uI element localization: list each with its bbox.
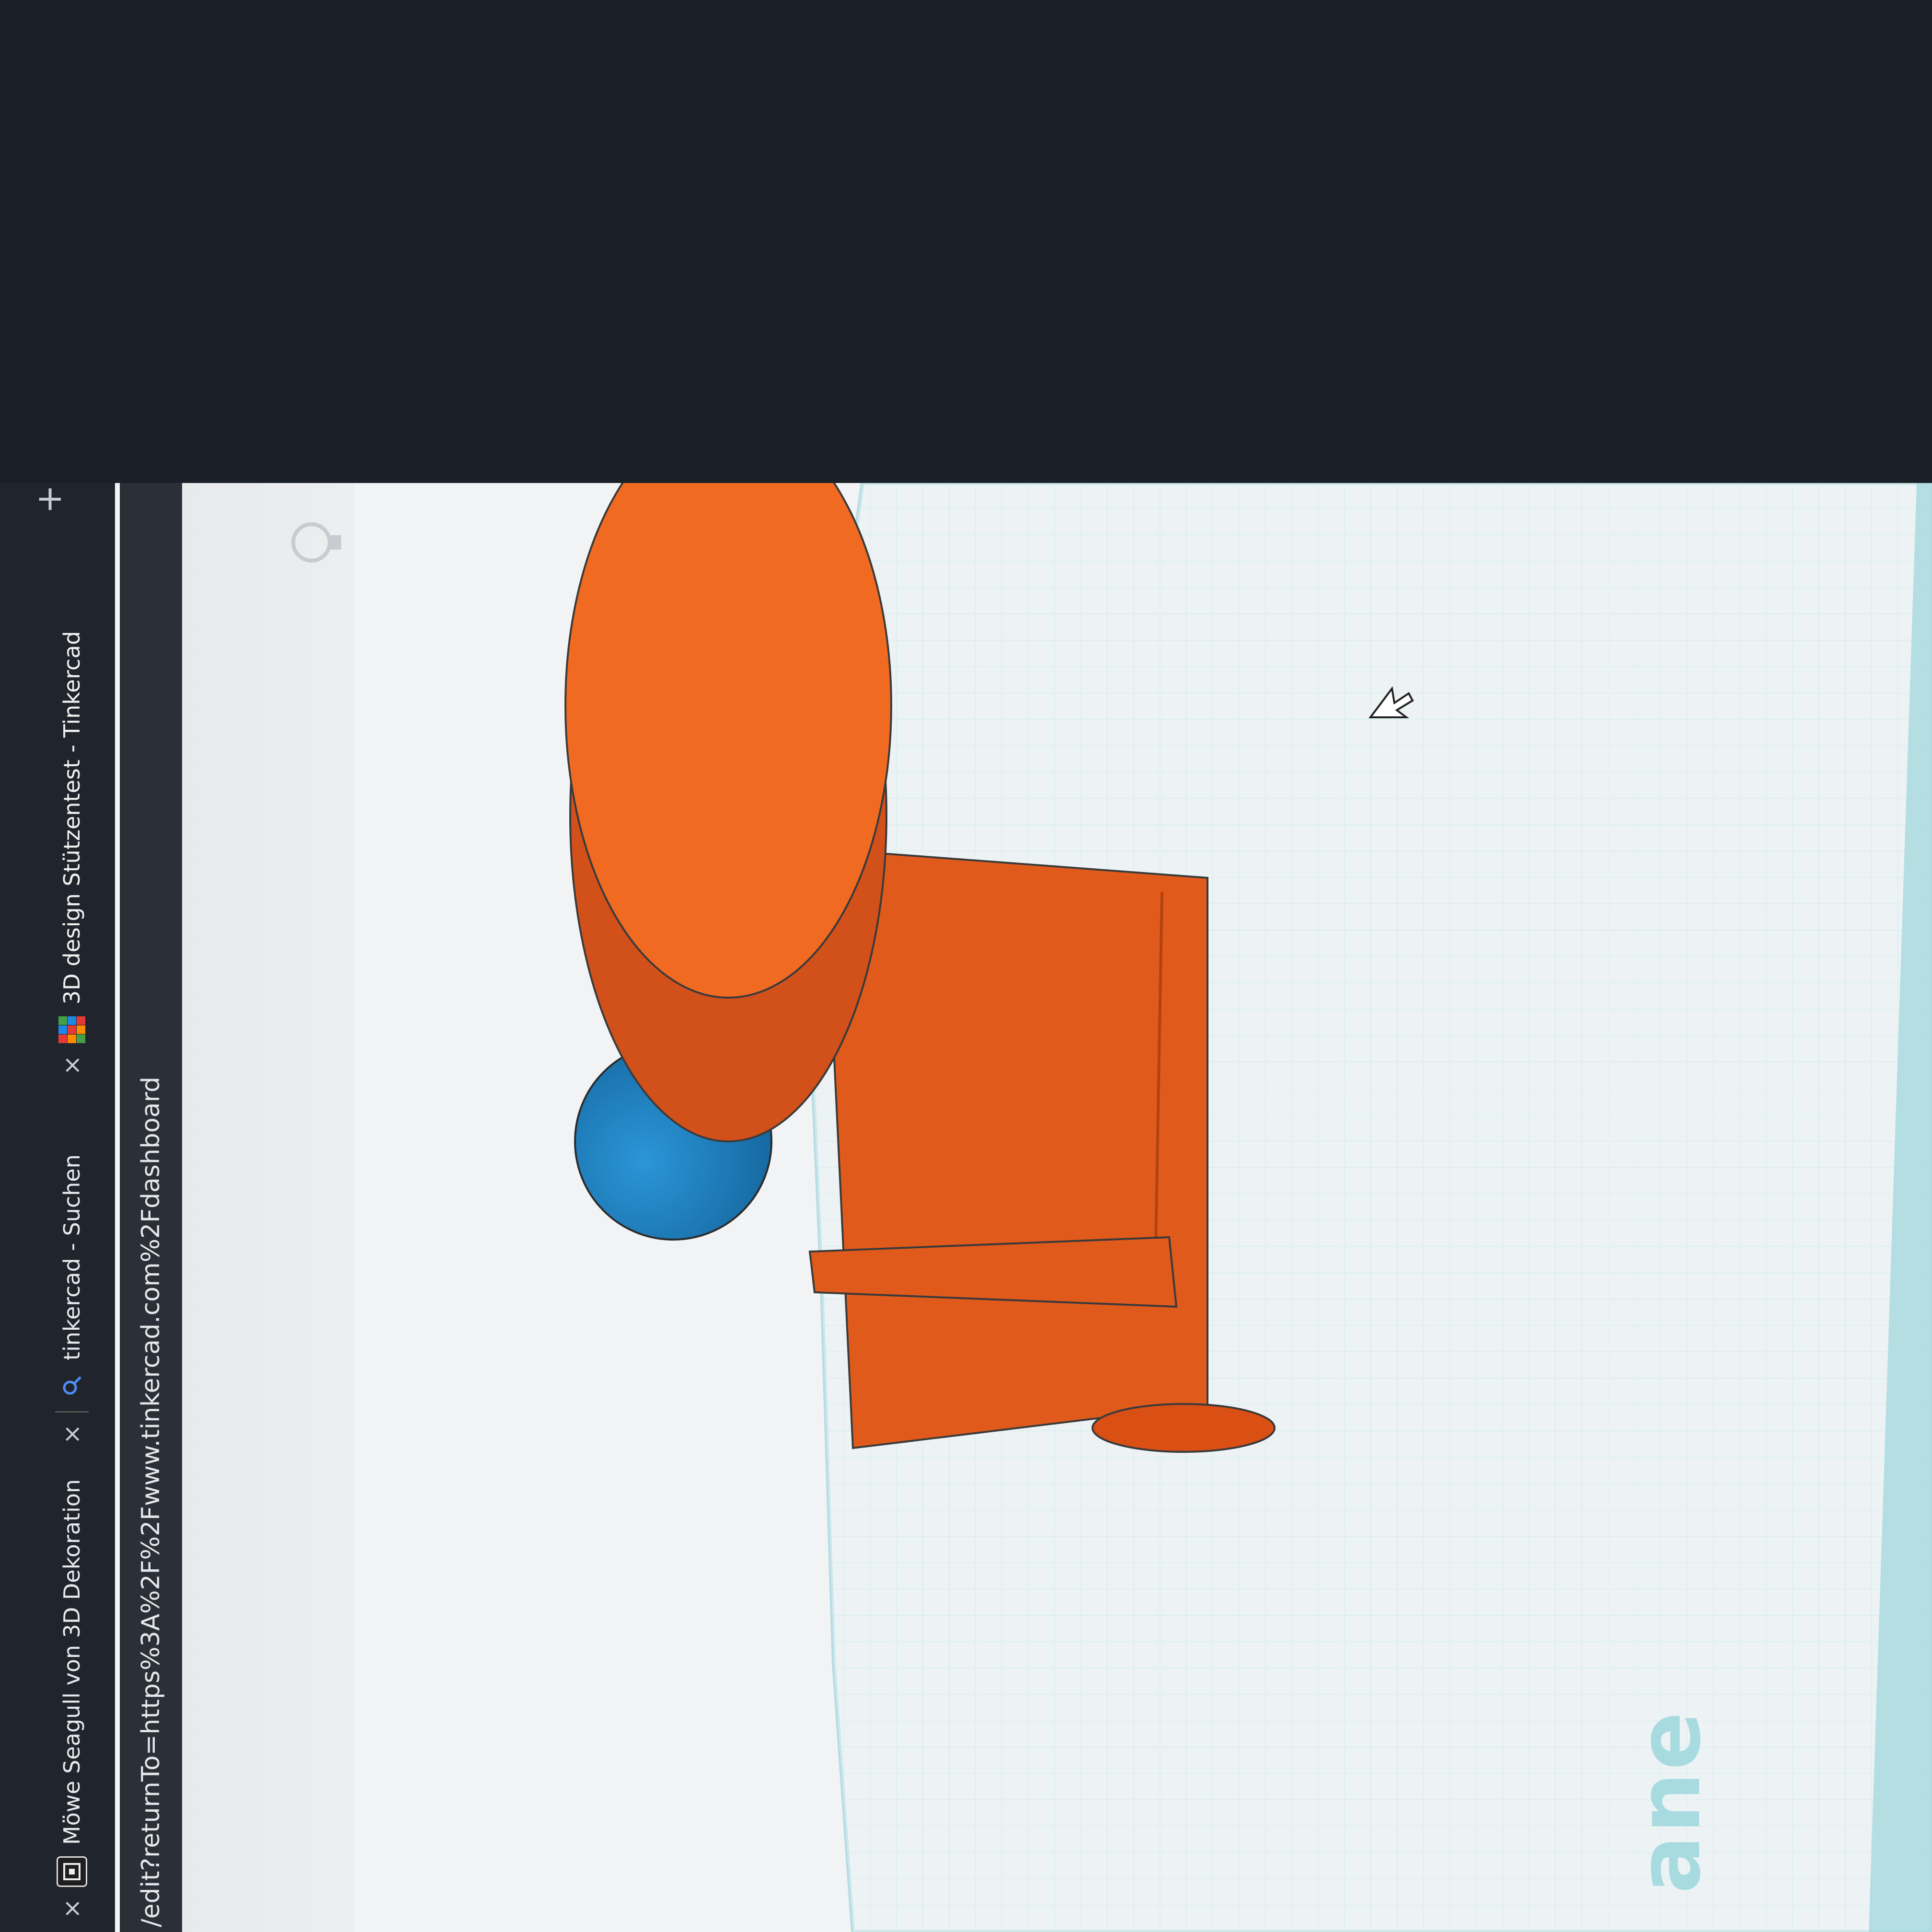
disc[interactable] bbox=[564, 483, 892, 1142]
screen-frame: × Möwe Seagull von 3D Dekoration × tinke… bbox=[0, 483, 1932, 1932]
lightbulb-icon[interactable] bbox=[291, 522, 341, 563]
workplane-label: ane bbox=[1620, 1710, 1720, 1894]
horizontal-rod[interactable] bbox=[823, 848, 1276, 1453]
